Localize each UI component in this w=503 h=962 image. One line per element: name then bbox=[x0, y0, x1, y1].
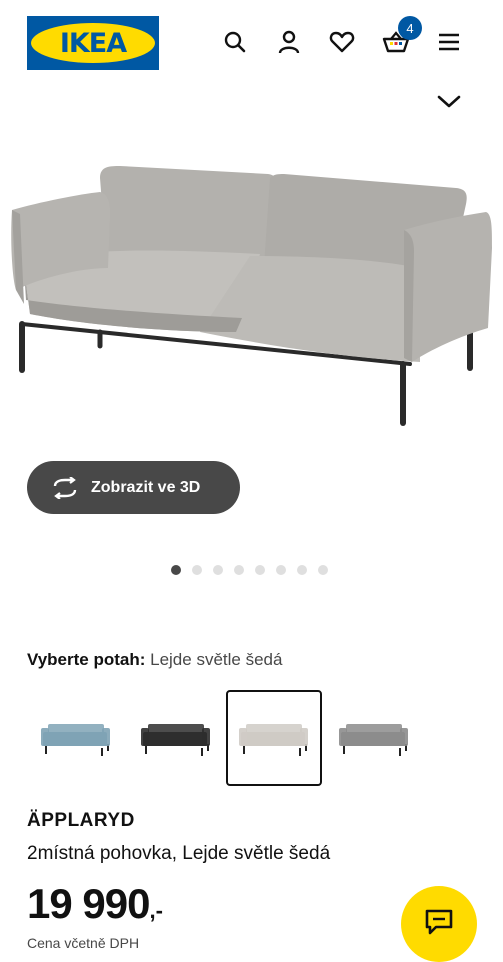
cover-swatch-light-grey[interactable] bbox=[226, 690, 322, 786]
carousel-dots bbox=[171, 565, 328, 577]
chat-button[interactable] bbox=[401, 886, 477, 962]
cover-swatch-grey[interactable] bbox=[326, 690, 422, 786]
vat-note: Cena včetně DPH bbox=[27, 935, 140, 951]
menu-icon[interactable] bbox=[435, 28, 463, 56]
logo-text: IKEA bbox=[59, 27, 127, 59]
logo-oval: IKEA bbox=[31, 23, 155, 63]
search-icon[interactable] bbox=[221, 28, 249, 56]
ikea-logo[interactable]: IKEA bbox=[27, 16, 159, 70]
carousel-dot[interactable] bbox=[192, 565, 202, 575]
carousel-dot[interactable] bbox=[318, 565, 328, 575]
cover-label: Vyberte potah: bbox=[27, 650, 146, 669]
product-price: 19 990,- bbox=[27, 880, 163, 928]
carousel-dot[interactable] bbox=[171, 565, 181, 575]
chevron-down-icon[interactable] bbox=[436, 92, 462, 112]
chat-icon bbox=[424, 908, 454, 941]
product-description: 2místná pohovka, Lejde světle šedá bbox=[27, 843, 331, 864]
product-image[interactable] bbox=[0, 118, 503, 458]
carousel-dot[interactable] bbox=[297, 565, 307, 575]
rotate-3d-icon bbox=[51, 476, 79, 500]
cover-value: Lejde světle šedá bbox=[150, 650, 283, 669]
product-name: ÄPPLARYD bbox=[27, 810, 135, 831]
user-icon[interactable] bbox=[275, 28, 303, 56]
cover-label-row: Vyberte potah: Lejde světle šedá bbox=[27, 650, 282, 670]
price-suffix: ,- bbox=[149, 898, 163, 923]
heart-icon[interactable] bbox=[328, 28, 356, 56]
cover-swatch-blue[interactable] bbox=[28, 690, 124, 786]
price-main: 19 990 bbox=[27, 880, 150, 927]
header: IKEA 4 bbox=[0, 0, 503, 88]
carousel-dot[interactable] bbox=[255, 565, 265, 575]
carousel-dot[interactable] bbox=[213, 565, 223, 575]
carousel-dot[interactable] bbox=[276, 565, 286, 575]
carousel-dot[interactable] bbox=[234, 565, 244, 575]
view-3d-label: Zobrazit ve 3D bbox=[91, 478, 201, 496]
view-3d-button[interactable]: Zobrazit ve 3D bbox=[27, 461, 240, 514]
cart-count-badge: 4 bbox=[398, 16, 422, 40]
cover-swatch-black[interactable] bbox=[128, 690, 224, 786]
